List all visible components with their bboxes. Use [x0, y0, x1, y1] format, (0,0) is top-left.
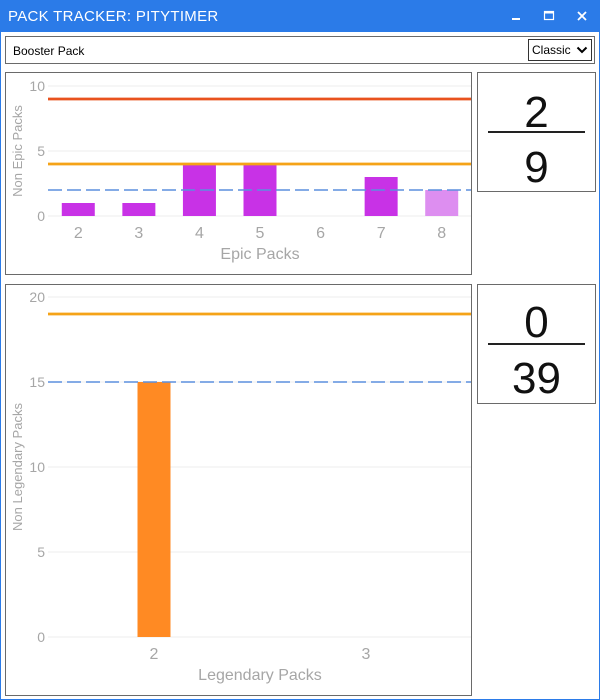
epic-y-tick-label: 0 [37, 208, 45, 224]
minimize-button[interactable] [501, 4, 531, 28]
legendary-chart-panel: 0 5 10 15 20 2 3 Legendary Packs Non Legendary P… [5, 284, 472, 696]
set-select-value: Classic [532, 43, 571, 57]
epic-x-tick-label: 5 [256, 225, 265, 242]
epic-x-tick-label: 2 [74, 225, 83, 242]
legendary-y-tick-label: 10 [29, 459, 45, 475]
epic-chart: 0 5 10 2 3 4 5 6 7 8 Epic Packs Non Epic Packs [10, 78, 471, 263]
pack-type-label: Booster Pack [13, 44, 85, 58]
epic-y-axis-label: Non Epic Packs [10, 105, 25, 197]
legendary-counter-current: 0 [524, 298, 549, 347]
epic-x-tick-label: 4 [195, 225, 204, 242]
close-button[interactable] [567, 4, 597, 28]
epic-counter-current: 2 [524, 88, 549, 137]
epic-x-tick-label: 3 [134, 225, 143, 242]
maximize-button[interactable] [534, 4, 564, 28]
legendary-x-axis-label: Legendary Packs [198, 667, 322, 684]
set-select[interactable]: Classic [528, 39, 592, 61]
legendary-y-tick-label: 0 [37, 629, 45, 645]
epic-counter: 2 9 [477, 72, 596, 192]
epic-bar [122, 203, 156, 216]
legendary-y-tick-label: 5 [37, 544, 45, 560]
epic-bar [364, 177, 398, 216]
legendary-counter: 0 39 [477, 284, 596, 404]
title-bar[interactable]: PACK TRACKER: PITYTIMER [1, 1, 599, 32]
epic-counter-limit: 9 [524, 143, 549, 192]
epic-x-axis-label: Epic Packs [220, 246, 299, 263]
epic-counter-divider [488, 131, 585, 133]
legendary-x-tick-label: 3 [362, 646, 371, 663]
epic-bar [425, 190, 459, 216]
chevron-down-icon [576, 46, 588, 54]
maximize-icon [543, 10, 555, 21]
epic-bar [61, 203, 95, 216]
epic-y-tick-label: 5 [37, 143, 45, 159]
legendary-x-tick-label: 2 [150, 646, 159, 663]
legendary-y-axis-label: Non Legendary Packs [10, 403, 25, 531]
window-title: PACK TRACKER: PITYTIMER [8, 8, 219, 25]
legendary-y-tick-label: 20 [29, 289, 45, 305]
epic-y-tick-label: 10 [29, 78, 45, 94]
legendary-counter-limit: 39 [512, 354, 561, 403]
pack-toolbar: Booster Pack Classic [5, 36, 595, 64]
legendary-bar [137, 382, 171, 637]
legendary-counter-divider [488, 343, 585, 345]
epic-x-tick-label: 7 [377, 225, 386, 242]
minimize-icon [512, 18, 520, 20]
legendary-y-tick-label: 15 [29, 374, 45, 390]
close-icon [577, 11, 587, 21]
legendary-chart: 0 5 10 15 20 2 3 Legendary Packs Non Legendary P… [10, 289, 471, 684]
app-window: PACK TRACKER: PITYTIMER Booster Pack Cla… [0, 0, 600, 700]
epic-x-tick-label: 8 [437, 225, 446, 242]
epic-x-tick-label: 6 [316, 225, 325, 242]
epic-chart-panel: 0 5 10 2 3 4 5 6 7 8 Epic Packs Non Epic Packs [5, 72, 472, 275]
